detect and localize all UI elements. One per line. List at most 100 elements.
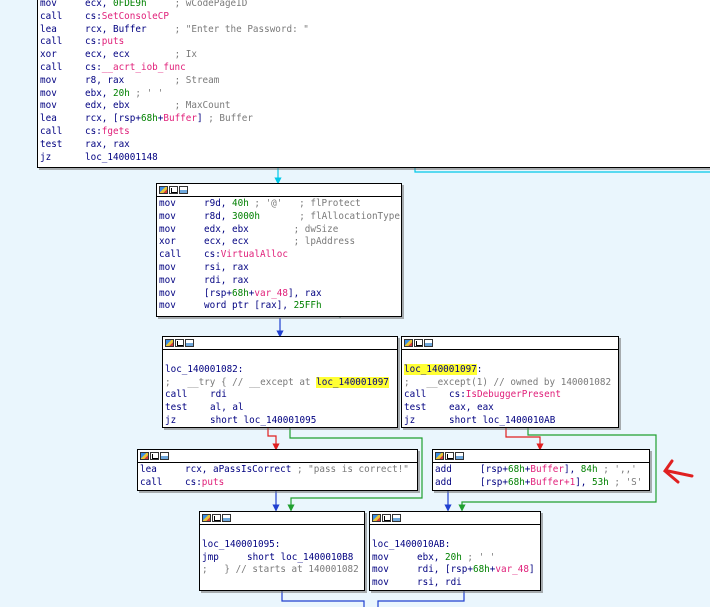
asm-line[interactable] [372,526,538,539]
asm-line[interactable]: lea rcx, aPassIsCorrect ; "pass is correc… [140,464,415,477]
asm-line[interactable]: mov rdi, [rsp+68h+var_48] [372,564,538,577]
asm-line[interactable]: mov rdi, rax [159,275,399,288]
asm-line[interactable]: lea rcx, [rsp+68h+Buffer] ; Buffer [40,113,710,126]
graph-icon[interactable] [169,186,178,194]
graph-icon[interactable] [212,514,221,522]
operand: 68h [472,564,490,576]
graph-icon[interactable] [175,339,184,347]
comment: ; flAllocationType [299,210,400,222]
mnemonic: mov [40,0,57,9]
group-nodes-icon[interactable] [185,339,194,347]
asm-line[interactable] [165,351,395,364]
mnemonic: mov [159,261,176,273]
comment: ; ' ' [129,87,164,99]
operand: ], rax [288,287,322,299]
color-palette-icon[interactable] [159,186,168,194]
block-l10ab-body: loc_1400010AB: mov ebx, 20h ; ' ' mov rdi, [… [370,525,540,592]
asm-line[interactable]: loc_1400010AB: [372,539,538,552]
code-block-try[interactable]: loc_140001082:; __try { // __except at l… [162,336,398,428]
group-nodes-icon[interactable] [424,339,433,347]
operand: rsi, rdi [417,577,462,589]
color-palette-icon[interactable] [372,514,381,522]
color-palette-icon[interactable] [202,514,211,522]
mnemonic: lea [40,113,57,125]
mnemonic: lea [140,464,157,475]
color-palette-icon[interactable] [140,452,149,460]
graph-icon[interactable] [414,339,423,347]
color-palette-icon[interactable] [404,339,413,347]
graph-view-canvas[interactable]: mov ecx, 0FDE9h ; wCodePageID call cs:SetCo… [0,0,710,607]
graph-icon[interactable] [150,452,159,460]
asm-line[interactable]: jz short loc_140001095 [165,415,395,428]
asm-line[interactable]: call cs:puts [40,36,710,49]
group-nodes-icon[interactable] [392,514,401,522]
asm-line[interactable]: loc_140001097: [404,363,616,377]
code-block-add-buffer[interactable]: add [rsp+68h+Buffer], 84h ; ',,' add [rsp+6… [432,449,650,491]
asm-line[interactable]: ; __except(1) // owned by 140001082 [404,377,616,390]
code-block-loc-1400010ab[interactable]: loc_1400010AB: mov ebx, 20h ; ' ' mov rdi, [… [369,511,541,591]
asm-line[interactable]: mov word ptr [rax], 25FFh [159,300,399,313]
asm-line[interactable]: xor ecx, ecx ; Ix [40,49,710,62]
mnemonic: test [40,138,63,150]
asm-line[interactable]: mov r8, rax ; Stream [40,75,710,88]
mnemonic: mov [40,87,57,99]
asm-line[interactable]: lea rcx, Buffer ; "Enter the Password: " [40,24,710,37]
asm-line[interactable]: loc_140001082: [165,364,395,377]
operand: 0FDE9h [113,0,147,9]
asm-line[interactable]: jz short loc_1400010AB [404,415,616,428]
asm-line[interactable]: jz loc_140001148 [40,152,710,165]
operand: 3000h [232,210,260,222]
asm-line[interactable]: call cs:IsDebuggerPresent [404,389,616,402]
operand: cs: [85,10,102,22]
asm-line[interactable]: mov edx, ebx ; dwSize [159,224,399,237]
asm-line[interactable]: xor ecx, ecx ; lpAddress [159,236,399,249]
asm-line[interactable]: call cs:SetConsoleCP [40,11,710,24]
asm-line[interactable]: add [rsp+68h+Buffer+1], 53h ; 'S' [435,477,647,490]
asm-line[interactable]: mov ecx, 0FDE9h ; wCodePageID [40,0,710,11]
graph-icon[interactable] [445,452,454,460]
operand: [rsp+ [204,287,232,299]
asm-line[interactable]: call rdi [165,389,395,402]
asm-line[interactable] [202,526,362,539]
color-palette-icon[interactable] [435,452,444,460]
asm-line[interactable]: test rax, rax [40,139,710,152]
code-block-top[interactable]: mov ecx, 0FDE9h ; wCodePageID call cs:SetCo… [37,0,710,168]
group-nodes-icon[interactable] [455,452,464,460]
code-block-virtualalloc[interactable]: mov r9d, 40h ; '@' ; flProtect mov r8d, 300… [156,183,402,317]
group-nodes-icon[interactable] [160,452,169,460]
asm-line[interactable]: mov ebx, 20h ; ' ' [372,552,538,565]
asm-line[interactable]: test al, al [165,402,395,415]
asm-line[interactable]: mov rsi, rax [159,262,399,275]
asm-line[interactable]: call cs:puts [140,477,415,490]
asm-line[interactable]: mov r8d, 3000h ; flAllocationType [159,210,400,224]
asm-line[interactable]: loc_140001095: [202,539,362,552]
asm-line[interactable]: jmp short loc_1400010B8 [202,552,362,565]
asm-line[interactable]: call cs:VirtualAlloc [159,249,399,262]
operand: al, al [210,402,244,414]
color-palette-icon[interactable] [165,339,174,347]
comment: ; dwSize [293,223,339,235]
asm-line[interactable]: mov edx, ebx ; MaxCount [40,100,710,113]
asm-line[interactable]: mov r9d, 40h ; '@' ; flProtect [159,198,399,211]
asm-line[interactable]: ; __try { // __except at loc_140001097 [165,376,395,390]
asm-line[interactable]: ; } // starts at 140001082 [202,564,362,577]
mnemonic: add [435,464,452,475]
asm-line[interactable]: call cs:fgets [40,126,710,139]
asm-line[interactable]: add [rsp+68h+Buffer], 84h ; ',,' [435,464,647,477]
asm-line[interactable]: mov [rsp+68h+var_48], rax [159,288,399,301]
mnemonic: call [140,476,163,488]
block-add-body: add [rsp+68h+Buffer], 84h ; ',,' add [rsp+6… [433,463,649,492]
group-nodes-icon[interactable] [179,186,188,194]
code-block-except[interactable]: loc_140001097:; __except(1) // owned by … [401,336,619,428]
operand: edx, ebx [85,100,175,112]
graph-icon[interactable] [382,514,391,522]
operand: ] [196,113,209,125]
asm-line[interactable]: mov ebx, 20h ; ' ' [40,88,710,101]
asm-line[interactable] [404,351,616,364]
asm-line[interactable]: test eax, eax [404,402,616,415]
asm-line[interactable]: call cs:__acrt_iob_func [40,62,710,75]
code-block-pass-correct[interactable]: lea rcx, aPassIsCorrect ; "pass is correc… [137,449,418,491]
code-block-loc-140001095[interactable]: loc_140001095: jmp short loc_1400010B8; } … [199,511,365,591]
asm-line[interactable]: mov rsi, rdi [372,577,538,590]
group-nodes-icon[interactable] [222,514,231,522]
